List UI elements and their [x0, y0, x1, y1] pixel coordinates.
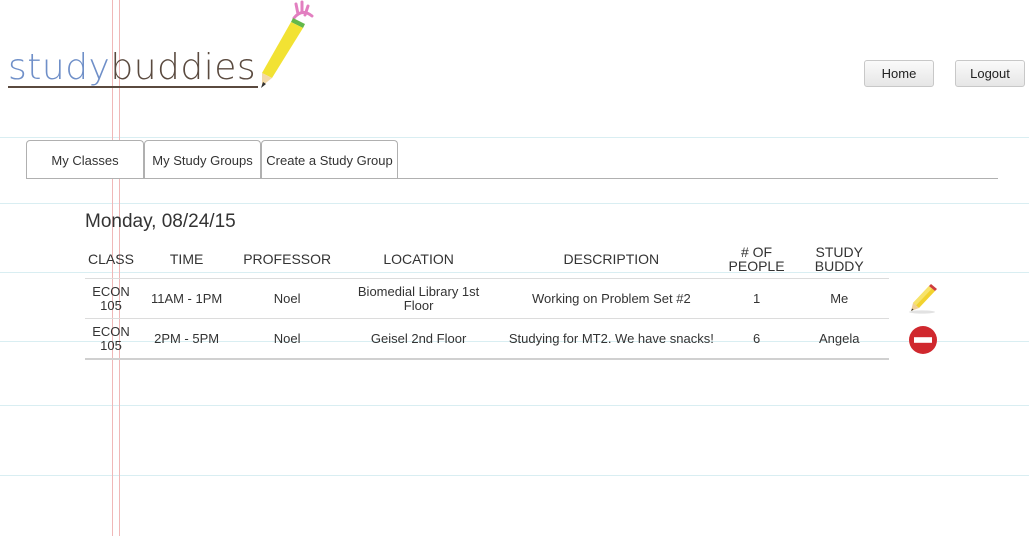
cell-time: 11AM - 1PM [136, 278, 237, 319]
logout-button[interactable]: Logout [955, 60, 1025, 87]
paper-rule-line [0, 405, 1029, 406]
tab-create-study-group[interactable]: Create a Study Group [261, 140, 398, 179]
tab-baseline [26, 178, 998, 179]
cell-class-line2: 105 [100, 337, 122, 353]
study-groups-table: CLASS TIME PROFESSOR LOCATION DESCRIPTIO… [85, 240, 889, 360]
header-location: LOCATION [338, 240, 500, 279]
logo-wordmark: studybuddies [8, 48, 256, 88]
cell-location-line1: Biomedial Library 1st [357, 283, 480, 299]
table-row: ECON 105 2PM - 5PM Noel Geisel 2nd Floor… [85, 318, 889, 360]
cell-study-buddy: Me [789, 278, 889, 319]
header-num-people-line2: PEOPLE [728, 258, 785, 274]
header-professor: PROFESSOR [236, 240, 339, 279]
cell-class-line1: ECON [92, 323, 130, 339]
cell-class-line1: ECON [92, 283, 130, 299]
cell-professor: Noel [236, 318, 339, 360]
cell-description: Studying for MT2. We have snacks! [499, 318, 724, 360]
cell-location: Geisel 2nd Floor [338, 318, 500, 360]
cell-location-line2: Floor [403, 297, 434, 313]
cell-class: ECON 105 [85, 278, 137, 319]
cell-class: ECON 105 [85, 318, 137, 360]
table-row: ECON 105 11AM - 1PM Noel Biomedial Libra… [85, 278, 889, 319]
paper-rule-line [0, 137, 1029, 138]
cell-num-people: 6 [723, 318, 790, 360]
cell-study-buddy: Angela [789, 318, 889, 360]
logo-pencil-icon [261, 0, 314, 88]
remove-minus-icon[interactable] [907, 324, 939, 356]
cell-location: Biomedial Library 1st Floor [338, 278, 500, 319]
pencil-edit-icon[interactable] [907, 283, 939, 315]
header-class: CLASS [85, 240, 137, 279]
table-header-row: CLASS TIME PROFESSOR LOCATION DESCRIPTIO… [85, 240, 889, 279]
cell-time: 2PM - 5PM [136, 318, 237, 360]
paper-rule-line [0, 475, 1029, 476]
header-time: TIME [136, 240, 237, 279]
cell-professor: Noel [236, 278, 339, 319]
paper-rule-line [0, 203, 1029, 204]
cell-description: Working on Problem Set #2 [499, 278, 724, 319]
logo-text-buddies: buddies [110, 47, 257, 88]
header-description: DESCRIPTION [499, 240, 724, 279]
tab-my-study-groups[interactable]: My Study Groups [144, 140, 261, 179]
cell-class-line2: 105 [100, 297, 122, 313]
home-button[interactable]: Home [864, 60, 934, 87]
date-heading: Monday, 08/24/15 [85, 211, 236, 232]
logo-underline [8, 86, 258, 88]
tab-my-classes[interactable]: My Classes [26, 140, 144, 179]
logo-text-study: study [8, 47, 111, 88]
cell-num-people: 1 [723, 278, 790, 319]
header-num-people: # OF PEOPLE [723, 240, 790, 279]
header-study-buddy: STUDY BUDDY [789, 240, 889, 279]
app-logo[interactable]: studybuddies [8, 0, 318, 100]
main-tabs: My Classes My Study Groups Create a Stud… [26, 140, 398, 179]
